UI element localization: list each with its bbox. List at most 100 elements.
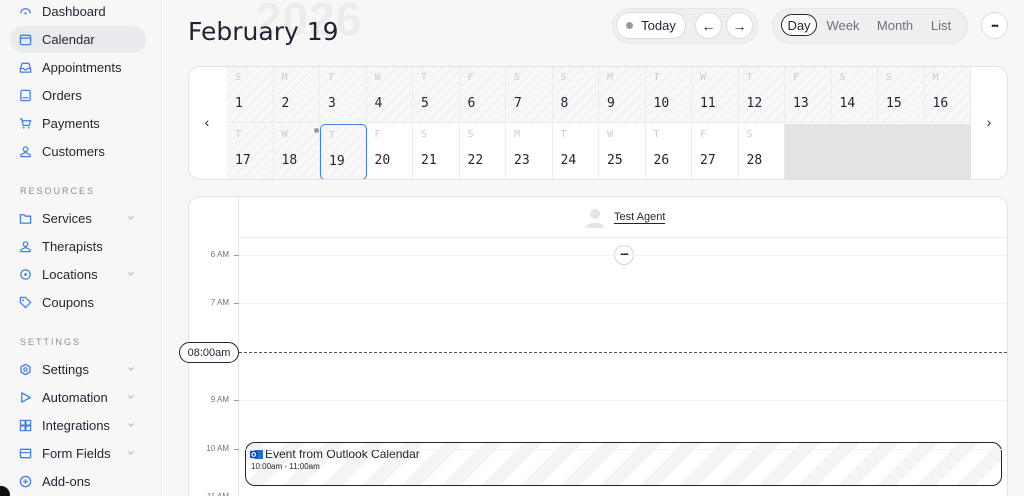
agent-header: Test Agent bbox=[239, 197, 1007, 238]
day-cell-25[interactable]: W 25 bbox=[599, 124, 646, 179]
current-time-line bbox=[239, 352, 1007, 353]
next-day-button[interactable]: → bbox=[726, 12, 753, 39]
strip-next-button[interactable]: › bbox=[982, 114, 996, 130]
puzzle-icon bbox=[18, 419, 32, 433]
today-button[interactable]: Today bbox=[616, 12, 686, 39]
day-cell-28[interactable]: S 28 bbox=[738, 124, 785, 179]
day-cell-20[interactable]: F 20 bbox=[366, 124, 413, 179]
sidebar-item-label: Payments bbox=[42, 116, 100, 131]
sidebar-item-payments[interactable]: Payments bbox=[10, 110, 146, 137]
prev-day-button[interactable]: ← bbox=[695, 12, 722, 39]
chevron-down-icon[interactable] bbox=[126, 420, 136, 430]
day-cell-10[interactable]: T 10 bbox=[645, 67, 692, 123]
day-cell-23[interactable]: M 23 bbox=[506, 124, 553, 179]
sidebar-item-form-fields[interactable]: Form Fields bbox=[10, 440, 146, 467]
weekday-label: M bbox=[281, 72, 288, 83]
day-cell-9[interactable]: M9 bbox=[599, 67, 646, 123]
day-number: 28 bbox=[746, 153, 763, 168]
tab-month[interactable]: Month bbox=[874, 14, 916, 36]
day-cell-18[interactable]: W 18 bbox=[273, 124, 320, 179]
day-cell-7[interactable]: S7 bbox=[506, 67, 553, 123]
day-cell-17[interactable]: T 17 bbox=[227, 124, 274, 179]
weekday-label: M bbox=[932, 72, 939, 83]
day-number: 19 bbox=[329, 154, 345, 169]
day-cell-5[interactable]: T5 bbox=[413, 67, 460, 123]
day-cell-8[interactable]: S8 bbox=[552, 67, 599, 123]
tab-list[interactable]: List bbox=[926, 14, 956, 36]
day-cell-6[interactable]: F6 bbox=[459, 67, 506, 123]
chevron-down-icon[interactable] bbox=[126, 364, 136, 374]
weekday-label: S bbox=[560, 72, 567, 83]
day-cell-12[interactable]: T 12 bbox=[738, 67, 785, 123]
day-number: 13 bbox=[793, 96, 809, 111]
sidebar-item-coupons[interactable]: Coupons bbox=[10, 289, 146, 316]
sidebar-item-label: Services bbox=[42, 211, 92, 226]
sidebar-item-label: Settings bbox=[42, 362, 89, 377]
cart-icon bbox=[18, 117, 32, 131]
day-cell-24[interactable]: T 24 bbox=[552, 124, 599, 179]
day-cell-1[interactable]: S1 bbox=[227, 67, 274, 123]
today-label: Today bbox=[641, 18, 676, 33]
day-cell-3[interactable]: T3 bbox=[320, 67, 367, 123]
agent-name-link[interactable]: Test Agent bbox=[614, 211, 666, 224]
day-cell-27[interactable]: F 27 bbox=[692, 124, 739, 179]
weekday-label: S bbox=[746, 129, 753, 140]
more-options-button[interactable]: ••• bbox=[981, 12, 1008, 39]
sidebar-item-add-ons[interactable]: Add-ons bbox=[10, 468, 146, 495]
chevron-down-icon[interactable] bbox=[126, 448, 136, 458]
strip-prev-button[interactable]: ‹ bbox=[200, 114, 214, 130]
day-cell-19[interactable]: T 19 bbox=[314, 124, 367, 179]
day-cell-21[interactable]: S 21 bbox=[413, 124, 460, 179]
weekday-label: S bbox=[421, 129, 428, 140]
sidebar-item-locations[interactable]: Locations bbox=[10, 261, 146, 288]
weekday-label: F bbox=[793, 72, 800, 83]
weekday-label: T bbox=[329, 130, 336, 141]
day-cell-16[interactable]: M 16 bbox=[924, 67, 971, 123]
tab-day[interactable]: Day bbox=[781, 14, 817, 36]
day-number: 7 bbox=[514, 96, 522, 111]
sidebar-item-appointments[interactable]: Appointments bbox=[10, 54, 146, 81]
weekday-label: T bbox=[653, 129, 660, 140]
sidebar-item-calendar[interactable]: Calendar bbox=[10, 26, 146, 53]
day-number: 24 bbox=[560, 153, 577, 168]
sidebar-item-automation[interactable]: Automation bbox=[10, 384, 146, 411]
day-number: 25 bbox=[607, 153, 623, 168]
chevron-down-icon[interactable] bbox=[126, 269, 136, 279]
sidebar-item-integrations[interactable]: Integrations bbox=[10, 412, 146, 439]
sidebar-item-settings[interactable]: Settings bbox=[10, 356, 146, 383]
chevron-left-icon: ‹ bbox=[204, 114, 210, 130]
sidebar-item-services[interactable]: Services bbox=[10, 205, 146, 232]
sidebar-item-dashboard[interactable]: Dashboard bbox=[10, 0, 146, 25]
weekday-label: S bbox=[467, 129, 474, 140]
day-cell-4[interactable]: W4 bbox=[366, 67, 413, 123]
user-icon bbox=[18, 240, 32, 254]
weekday-label: W bbox=[607, 129, 614, 140]
weekday-label: F bbox=[374, 129, 381, 140]
weekday-label: W bbox=[281, 129, 288, 140]
day-cell-11[interactable]: W 11 bbox=[692, 67, 739, 123]
sidebar-item-therapists[interactable]: Therapists bbox=[10, 233, 146, 260]
sidebar-item-orders[interactable]: Orders bbox=[10, 82, 146, 109]
day-cell-15[interactable]: S 15 bbox=[878, 67, 925, 123]
hour-label: 9 AM bbox=[210, 395, 229, 404]
day-cell-14[interactable]: S 14 bbox=[831, 67, 878, 123]
day-number: 2 bbox=[281, 96, 290, 111]
chevron-down-icon[interactable] bbox=[126, 392, 136, 402]
day-cell-26[interactable]: T 26 bbox=[645, 124, 692, 179]
dashboard-icon bbox=[18, 5, 32, 19]
chevron-down-icon[interactable] bbox=[126, 213, 136, 223]
weekday-label: S bbox=[839, 72, 846, 83]
chevron-right-icon: › bbox=[986, 114, 992, 130]
tab-week[interactable]: Week bbox=[824, 14, 862, 36]
plus-circle-icon bbox=[18, 475, 32, 489]
sidebar-item-customers[interactable]: Customers bbox=[10, 138, 146, 165]
weekday-label: M bbox=[607, 72, 614, 83]
weekday-label: F bbox=[700, 129, 707, 140]
folder-icon bbox=[18, 212, 32, 226]
day-number: 4 bbox=[374, 96, 383, 111]
weekday-label: T bbox=[328, 72, 335, 83]
day-cell-13[interactable]: F 13 bbox=[785, 67, 832, 123]
avatar bbox=[586, 209, 604, 228]
day-cell-2[interactable]: M2 bbox=[273, 67, 320, 123]
day-cell-22[interactable]: S 22 bbox=[459, 124, 506, 179]
